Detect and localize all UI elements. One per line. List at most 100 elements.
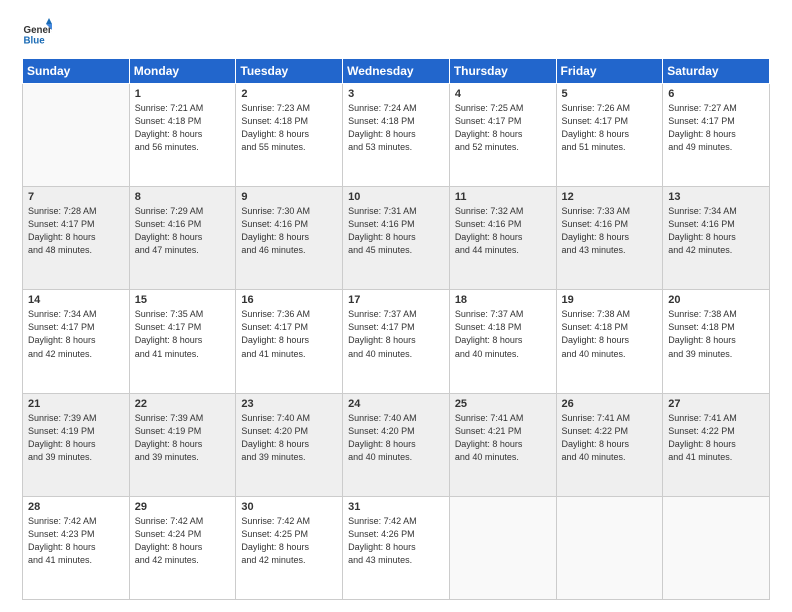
- day-info: Sunrise: 7:34 AM Sunset: 4:16 PM Dayligh…: [668, 205, 764, 257]
- weekday-header-thursday: Thursday: [449, 59, 556, 84]
- day-number: 30: [241, 501, 337, 513]
- day-number: 18: [455, 294, 551, 306]
- day-info: Sunrise: 7:39 AM Sunset: 4:19 PM Dayligh…: [135, 412, 231, 464]
- day-info: Sunrise: 7:40 AM Sunset: 4:20 PM Dayligh…: [348, 412, 444, 464]
- day-number: 20: [668, 294, 764, 306]
- calendar-cell: 2 Sunrise: 7:23 AM Sunset: 4:18 PM Daylig…: [236, 84, 343, 187]
- calendar-cell: 14Sunrise: 7:34 AM Sunset: 4:17 PM Dayli…: [23, 290, 130, 393]
- calendar-cell: 23 Sunrise: 7:40 AM Sunset: 4:20 PM Dayli…: [236, 393, 343, 496]
- day-number: 26: [562, 398, 658, 410]
- calendar-cell: 17 Sunrise: 7:37 AM Sunset: 4:17 PM Dayli…: [343, 290, 450, 393]
- day-number: 15: [135, 294, 231, 306]
- calendar-table: SundayMondayTuesdayWednesdayThursdayFrid…: [22, 58, 770, 600]
- calendar-cell: 25Sunrise: 7:41 AM Sunset: 4:21 PM Dayli…: [449, 393, 556, 496]
- day-number: 17: [348, 294, 444, 306]
- day-number: 24: [348, 398, 444, 410]
- calendar-cell: 31 Sunrise: 7:42 AM Sunset: 4:26 PM Dayli…: [343, 496, 450, 599]
- day-info: Sunrise: 7:29 AM Sunset: 4:16 PM Dayligh…: [135, 205, 231, 257]
- day-info: Sunrise: 7:24 AM Sunset: 4:18 PM Dayligh…: [348, 102, 444, 154]
- logo-icon: General Blue: [22, 18, 52, 48]
- calendar-cell: 3 Sunrise: 7:24 AM Sunset: 4:18 PM Daylig…: [343, 84, 450, 187]
- calendar-cell: 12 Sunrise: 7:33 AM Sunset: 4:16 PM Dayli…: [556, 187, 663, 290]
- day-number: 3: [348, 88, 444, 100]
- day-info: Sunrise: 7:25 AM Sunset: 4:17 PM Dayligh…: [455, 102, 551, 154]
- calendar-week-row: 28Sunrise: 7:42 AM Sunset: 4:23 PM Dayli…: [23, 496, 770, 599]
- day-info: Sunrise: 7:28 AM Sunset: 4:17 PM Dayligh…: [28, 205, 124, 257]
- calendar-cell: 26Sunrise: 7:41 AM Sunset: 4:22 PM Dayli…: [556, 393, 663, 496]
- day-info: Sunrise: 7:30 AM Sunset: 4:16 PM Dayligh…: [241, 205, 337, 257]
- calendar-cell: 15 Sunrise: 7:35 AM Sunset: 4:17 PM Dayli…: [129, 290, 236, 393]
- day-info: Sunrise: 7:32 AM Sunset: 4:16 PM Dayligh…: [455, 205, 551, 257]
- day-info: Sunrise: 7:33 AM Sunset: 4:16 PM Dayligh…: [562, 205, 658, 257]
- day-info: Sunrise: 7:41 AM Sunset: 4:21 PM Dayligh…: [455, 412, 551, 464]
- day-number: 28: [28, 501, 124, 513]
- day-info: Sunrise: 7:31 AM Sunset: 4:16 PM Dayligh…: [348, 205, 444, 257]
- day-info: Sunrise: 7:35 AM Sunset: 4:17 PM Dayligh…: [135, 308, 231, 360]
- day-info: Sunrise: 7:27 AM Sunset: 4:17 PM Dayligh…: [668, 102, 764, 154]
- weekday-header-sunday: Sunday: [23, 59, 130, 84]
- calendar-cell: 1 Sunrise: 7:21 AM Sunset: 4:18 PM Daylig…: [129, 84, 236, 187]
- calendar-cell: 24 Sunrise: 7:40 AM Sunset: 4:20 PM Dayli…: [343, 393, 450, 496]
- calendar-cell: 16Sunrise: 7:36 AM Sunset: 4:17 PM Dayli…: [236, 290, 343, 393]
- calendar-body: 1 Sunrise: 7:21 AM Sunset: 4:18 PM Daylig…: [23, 84, 770, 600]
- day-number: 8: [135, 191, 231, 203]
- day-number: 12: [562, 191, 658, 203]
- logo: General Blue: [22, 18, 52, 48]
- calendar-cell: 13 Sunrise: 7:34 AM Sunset: 4:16 PM Dayli…: [663, 187, 770, 290]
- day-number: 29: [135, 501, 231, 513]
- day-number: 22: [135, 398, 231, 410]
- day-number: 27: [668, 398, 764, 410]
- day-number: 2: [241, 88, 337, 100]
- calendar-cell: 5 Sunrise: 7:26 AM Sunset: 4:17 PM Daylig…: [556, 84, 663, 187]
- calendar-cell: 19 Sunrise: 7:38 AM Sunset: 4:18 PM Dayli…: [556, 290, 663, 393]
- day-number: 19: [562, 294, 658, 306]
- day-info: Sunrise: 7:23 AM Sunset: 4:18 PM Dayligh…: [241, 102, 337, 154]
- day-number: 13: [668, 191, 764, 203]
- calendar-cell: 6Sunrise: 7:27 AM Sunset: 4:17 PM Daylig…: [663, 84, 770, 187]
- day-info: Sunrise: 7:40 AM Sunset: 4:20 PM Dayligh…: [241, 412, 337, 464]
- calendar-week-row: 14Sunrise: 7:34 AM Sunset: 4:17 PM Dayli…: [23, 290, 770, 393]
- day-info: Sunrise: 7:42 AM Sunset: 4:25 PM Dayligh…: [241, 515, 337, 567]
- day-info: Sunrise: 7:37 AM Sunset: 4:17 PM Dayligh…: [348, 308, 444, 360]
- calendar-cell: 8 Sunrise: 7:29 AM Sunset: 4:16 PM Daylig…: [129, 187, 236, 290]
- day-info: Sunrise: 7:38 AM Sunset: 4:18 PM Dayligh…: [668, 308, 764, 360]
- calendar-week-row: 1 Sunrise: 7:21 AM Sunset: 4:18 PM Daylig…: [23, 84, 770, 187]
- calendar-cell: 20 Sunrise: 7:38 AM Sunset: 4:18 PM Dayli…: [663, 290, 770, 393]
- calendar-cell: [663, 496, 770, 599]
- calendar-cell: 11 Sunrise: 7:32 AM Sunset: 4:16 PM Dayli…: [449, 187, 556, 290]
- svg-text:Blue: Blue: [24, 36, 46, 47]
- calendar-cell: 10Sunrise: 7:31 AM Sunset: 4:16 PM Dayli…: [343, 187, 450, 290]
- day-number: 31: [348, 501, 444, 513]
- calendar-header-row: SundayMondayTuesdayWednesdayThursdayFrid…: [23, 59, 770, 84]
- calendar-cell: [23, 84, 130, 187]
- weekday-header-tuesday: Tuesday: [236, 59, 343, 84]
- day-info: Sunrise: 7:42 AM Sunset: 4:26 PM Dayligh…: [348, 515, 444, 567]
- day-number: 21: [28, 398, 124, 410]
- day-info: Sunrise: 7:37 AM Sunset: 4:18 PM Dayligh…: [455, 308, 551, 360]
- calendar-cell: 30 Sunrise: 7:42 AM Sunset: 4:25 PM Dayli…: [236, 496, 343, 599]
- day-number: 11: [455, 191, 551, 203]
- day-info: Sunrise: 7:41 AM Sunset: 4:22 PM Dayligh…: [668, 412, 764, 464]
- calendar-cell: 18 Sunrise: 7:37 AM Sunset: 4:18 PM Dayli…: [449, 290, 556, 393]
- day-info: Sunrise: 7:26 AM Sunset: 4:17 PM Dayligh…: [562, 102, 658, 154]
- weekday-header-monday: Monday: [129, 59, 236, 84]
- day-info: Sunrise: 7:42 AM Sunset: 4:24 PM Dayligh…: [135, 515, 231, 567]
- day-info: Sunrise: 7:36 AM Sunset: 4:17 PM Dayligh…: [241, 308, 337, 360]
- calendar-week-row: 7Sunrise: 7:28 AM Sunset: 4:17 PM Daylig…: [23, 187, 770, 290]
- calendar-cell: 21Sunrise: 7:39 AM Sunset: 4:19 PM Dayli…: [23, 393, 130, 496]
- day-info: Sunrise: 7:21 AM Sunset: 4:18 PM Dayligh…: [135, 102, 231, 154]
- calendar-cell: 7Sunrise: 7:28 AM Sunset: 4:17 PM Daylig…: [23, 187, 130, 290]
- calendar-cell: 9 Sunrise: 7:30 AM Sunset: 4:16 PM Daylig…: [236, 187, 343, 290]
- day-number: 23: [241, 398, 337, 410]
- day-number: 1: [135, 88, 231, 100]
- weekday-header-saturday: Saturday: [663, 59, 770, 84]
- day-number: 9: [241, 191, 337, 203]
- day-info: Sunrise: 7:38 AM Sunset: 4:18 PM Dayligh…: [562, 308, 658, 360]
- weekday-header-friday: Friday: [556, 59, 663, 84]
- calendar-cell: 27 Sunrise: 7:41 AM Sunset: 4:22 PM Dayli…: [663, 393, 770, 496]
- calendar-cell: 4Sunrise: 7:25 AM Sunset: 4:17 PM Daylig…: [449, 84, 556, 187]
- calendar-cell: 28Sunrise: 7:42 AM Sunset: 4:23 PM Dayli…: [23, 496, 130, 599]
- calendar-cell: [556, 496, 663, 599]
- day-number: 14: [28, 294, 124, 306]
- day-number: 5: [562, 88, 658, 100]
